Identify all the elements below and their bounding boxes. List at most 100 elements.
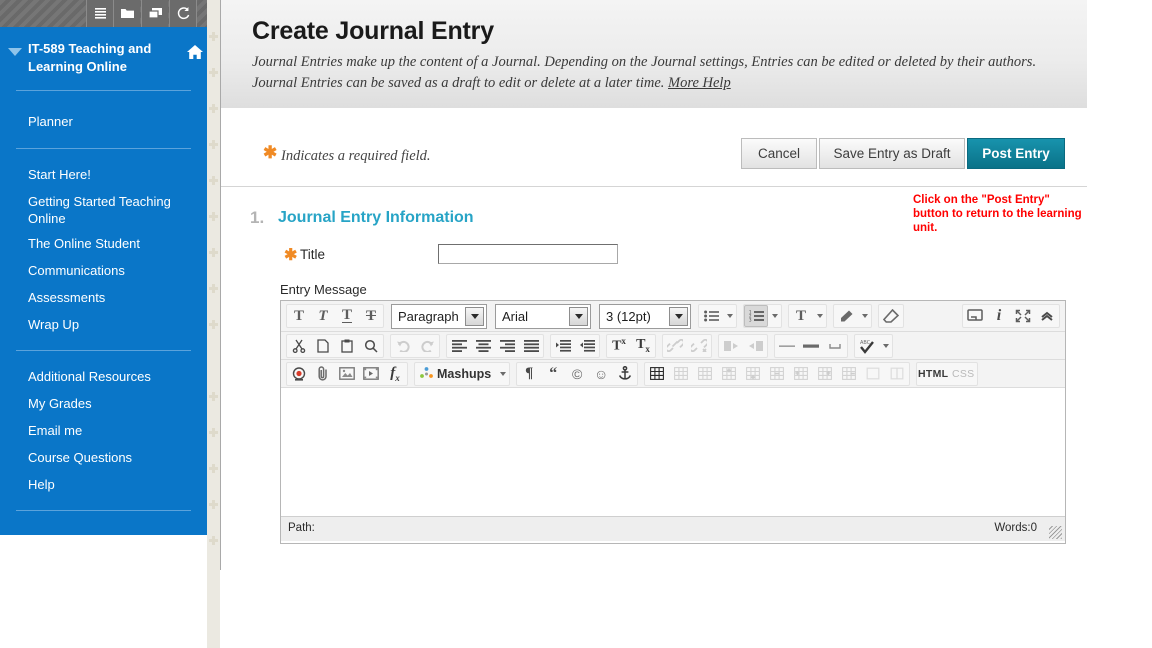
paste-icon[interactable] bbox=[335, 335, 359, 357]
insert-col-after-icon[interactable] bbox=[813, 363, 837, 385]
insert-table-icon[interactable] bbox=[645, 363, 669, 385]
sidebar-item-course-questions[interactable]: Course Questions bbox=[28, 449, 193, 466]
rtl-icon[interactable] bbox=[743, 335, 767, 357]
page-description: Journal Entries make up the content of a… bbox=[252, 52, 1052, 94]
align-justify-icon[interactable] bbox=[519, 335, 543, 357]
spellcheck-icon[interactable]: ABC bbox=[855, 335, 879, 357]
strikethrough-T-icon[interactable]: T bbox=[359, 305, 383, 327]
ltr-icon[interactable] bbox=[719, 335, 743, 357]
superscript-icon[interactable]: Tx bbox=[607, 335, 631, 357]
css-source-button[interactable]: CSS bbox=[949, 363, 977, 385]
find-icon[interactable] bbox=[359, 335, 383, 357]
copy-icon[interactable] bbox=[311, 335, 335, 357]
post-entry-button[interactable]: Post Entry bbox=[967, 138, 1065, 169]
delete-row-icon[interactable] bbox=[765, 363, 789, 385]
mashups-options-icon[interactable] bbox=[496, 363, 509, 385]
sidebar-item-assessments[interactable]: Assessments bbox=[28, 289, 193, 306]
video-icon[interactable] bbox=[359, 363, 383, 385]
collapse-toolbar-icon[interactable] bbox=[1035, 305, 1059, 327]
insert-row-before-icon[interactable] bbox=[717, 363, 741, 385]
delete-table-icon[interactable] bbox=[693, 363, 717, 385]
copyright-icon[interactable]: © bbox=[565, 363, 589, 385]
info-icon[interactable]: i bbox=[987, 305, 1011, 327]
paragraph-format-select[interactable]: Paragraph bbox=[391, 303, 487, 329]
split-cell-icon[interactable] bbox=[885, 363, 909, 385]
underline-T-icon[interactable]: T bbox=[335, 305, 359, 327]
text-color-options-icon[interactable] bbox=[813, 305, 826, 327]
folder-icon[interactable] bbox=[113, 0, 140, 27]
font-family-select[interactable]: Arial bbox=[495, 303, 591, 329]
cancel-button[interactable]: Cancel bbox=[741, 138, 817, 169]
sidebar-item-my-grades[interactable]: My Grades bbox=[28, 395, 193, 412]
entry-message-editor-canvas[interactable] bbox=[281, 388, 1065, 516]
home-icon[interactable] bbox=[186, 44, 204, 65]
sidebar-item-getting-started[interactable]: Getting Started Teaching Online bbox=[28, 193, 193, 227]
attach-icon[interactable] bbox=[311, 363, 335, 385]
paragraph-mark-icon[interactable]: ¶ bbox=[517, 363, 541, 385]
merge-cells-icon[interactable] bbox=[861, 363, 885, 385]
svg-text:2: 2 bbox=[749, 314, 752, 319]
window-icon[interactable] bbox=[141, 0, 168, 27]
preview-icon[interactable] bbox=[963, 305, 987, 327]
subscript-icon[interactable]: Tx bbox=[631, 335, 655, 357]
insert-col-before-icon[interactable] bbox=[789, 363, 813, 385]
text-color-icon[interactable]: T bbox=[789, 305, 813, 327]
more-help-link[interactable]: More Help bbox=[668, 75, 731, 91]
math-icon[interactable]: fx bbox=[383, 363, 407, 385]
bold-T-icon[interactable]: T bbox=[287, 305, 311, 327]
sidebar-item-email-me[interactable]: Email me bbox=[28, 422, 193, 439]
sidebar-resize-grip[interactable] bbox=[207, 0, 220, 648]
menu-icon[interactable] bbox=[86, 0, 113, 27]
bullet-list-icon[interactable] bbox=[699, 305, 723, 327]
html-source-button[interactable]: HTML bbox=[917, 363, 949, 385]
link-icon[interactable] bbox=[663, 335, 687, 357]
grip-dot-icon bbox=[209, 68, 218, 77]
sidebar-item-help[interactable]: Help bbox=[28, 476, 193, 493]
delete-col-icon[interactable] bbox=[837, 363, 861, 385]
unlink-icon[interactable] bbox=[687, 335, 711, 357]
anchor-icon[interactable] bbox=[613, 363, 637, 385]
align-left-icon[interactable] bbox=[447, 335, 471, 357]
redo-icon[interactable] bbox=[415, 335, 439, 357]
save-entry-as-draft-button[interactable]: Save Entry as Draft bbox=[819, 138, 965, 169]
sidebar-item-communications[interactable]: Communications bbox=[28, 262, 193, 279]
italic-T-icon[interactable]: T bbox=[311, 305, 335, 327]
refresh-icon[interactable] bbox=[169, 0, 197, 27]
nbsp-icon[interactable] bbox=[823, 335, 847, 357]
bullet-list-options-icon[interactable] bbox=[723, 305, 736, 327]
font-size-select[interactable]: 3 (12pt) bbox=[599, 303, 691, 329]
outdent-icon[interactable] bbox=[575, 335, 599, 357]
sidebar-item-wrap-up[interactable]: Wrap Up bbox=[28, 316, 193, 333]
resize-grip-icon[interactable] bbox=[1049, 526, 1062, 539]
eraser-icon[interactable] bbox=[879, 305, 903, 327]
cut-icon[interactable] bbox=[287, 335, 311, 357]
image-icon[interactable] bbox=[335, 363, 359, 385]
paragraph-format-value: Paragraph bbox=[398, 308, 459, 324]
numbered-list-icon[interactable]: 123 bbox=[744, 305, 768, 327]
caret-down-icon[interactable] bbox=[8, 48, 22, 56]
thin-rule-icon[interactable] bbox=[775, 335, 799, 357]
highlighter-icon[interactable] bbox=[834, 305, 858, 327]
insert-row-after-icon[interactable] bbox=[741, 363, 765, 385]
mashups-button[interactable]: Mashups bbox=[415, 363, 496, 385]
sidebar-item-additional-resources[interactable]: Additional Resources bbox=[28, 368, 193, 385]
thick-rule-icon[interactable] bbox=[799, 335, 823, 357]
toolbar-texture bbox=[0, 0, 85, 27]
emoji-icon[interactable]: ☺ bbox=[589, 363, 613, 385]
align-center-icon[interactable] bbox=[471, 335, 495, 357]
highlight-options-icon[interactable] bbox=[858, 305, 871, 327]
editor-toolbar-row-3: fx Mashups ¶ “ © ☺ HTML CSS bbox=[281, 360, 1065, 388]
indent-icon[interactable] bbox=[551, 335, 575, 357]
table-props-icon[interactable] bbox=[669, 363, 693, 385]
spellcheck-options-icon[interactable] bbox=[879, 335, 892, 357]
quote-icon[interactable]: “ bbox=[541, 363, 565, 385]
numbered-list-options-icon[interactable] bbox=[768, 305, 781, 327]
undo-icon[interactable] bbox=[391, 335, 415, 357]
align-right-icon[interactable] bbox=[495, 335, 519, 357]
sidebar-item-the-online-student[interactable]: The Online Student bbox=[28, 235, 193, 252]
title-input[interactable] bbox=[438, 244, 618, 264]
fullscreen-icon[interactable] bbox=[1011, 305, 1035, 327]
sidebar-item-planner[interactable]: Planner bbox=[28, 113, 193, 130]
record-icon[interactable] bbox=[287, 363, 311, 385]
sidebar-item-start-here[interactable]: Start Here! bbox=[28, 166, 193, 183]
